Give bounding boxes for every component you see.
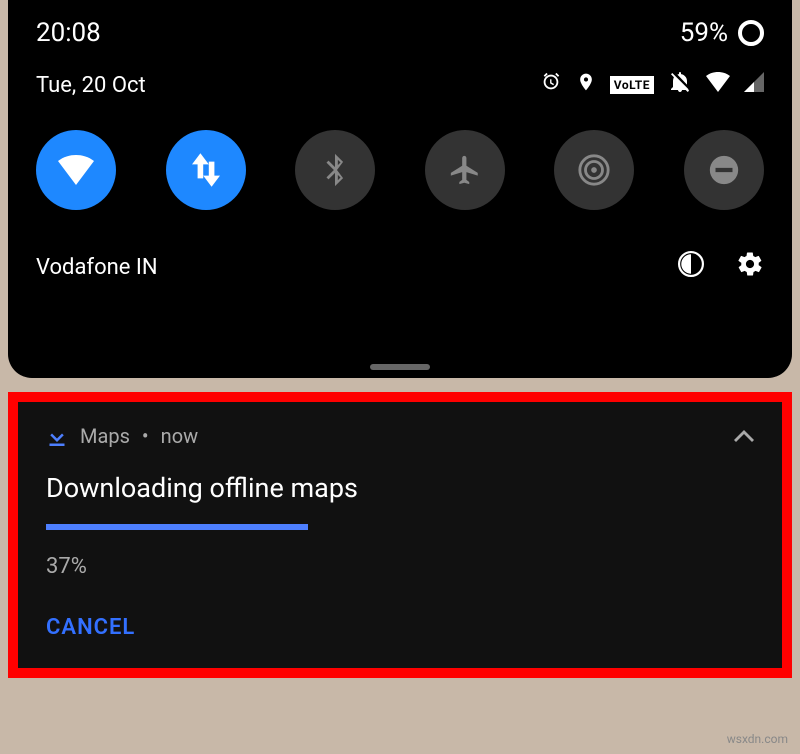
collapse-icon[interactable]	[734, 427, 754, 446]
carrier-name: Vodafone IN	[36, 255, 158, 280]
notification-time: now	[161, 424, 198, 448]
location-icon	[576, 71, 596, 99]
download-icon	[46, 425, 68, 447]
date-row: Tue, 20 Oct VoLTE	[36, 70, 764, 100]
progress-percent: 37%	[46, 554, 754, 579]
carrier-icons	[678, 250, 764, 284]
status-icons: VoLTE	[540, 70, 764, 100]
notification-separator: •	[142, 424, 149, 448]
drag-handle[interactable]	[370, 364, 430, 370]
bluetooth-toggle[interactable]	[295, 130, 375, 210]
notification-highlighted: Maps • now Downloading offline maps 37% …	[8, 392, 792, 678]
mobile-data-toggle[interactable]	[166, 130, 246, 210]
do-not-disturb-toggle[interactable]	[684, 130, 764, 210]
progress-bar	[46, 524, 754, 530]
battery-percent: 59%	[680, 18, 728, 48]
notification-app-row: Maps • now	[46, 424, 198, 448]
signal-icon	[744, 72, 764, 98]
volte-badge: VoLTE	[610, 76, 654, 94]
hotspot-toggle[interactable]	[554, 130, 634, 210]
status-right: 59%	[680, 18, 764, 48]
quick-settings-toggles	[36, 130, 764, 210]
carrier-row: Vodafone IN	[36, 250, 764, 284]
airplane-mode-toggle[interactable]	[425, 130, 505, 210]
notification-header: Maps • now	[46, 424, 754, 448]
notification-title: Downloading offline maps	[46, 472, 754, 504]
mute-icon	[668, 70, 692, 100]
notification-app-name: Maps	[80, 424, 130, 448]
edit-tiles-icon[interactable]	[678, 251, 704, 283]
clock: 20:08	[36, 18, 101, 48]
settings-icon[interactable]	[736, 250, 764, 284]
battery-icon	[738, 20, 764, 46]
date-text: Tue, 20 Oct	[36, 73, 146, 98]
watermark: wsxdn.com	[727, 732, 788, 746]
wifi-icon	[706, 72, 730, 98]
progress-fill	[46, 524, 308, 530]
alarm-icon	[540, 71, 562, 99]
cancel-button[interactable]: CANCEL	[46, 615, 754, 640]
status-bar: 20:08 59%	[36, 18, 764, 48]
wifi-toggle[interactable]	[36, 130, 116, 210]
quick-settings-panel: 20:08 59% Tue, 20 Oct VoLTE	[8, 0, 792, 378]
